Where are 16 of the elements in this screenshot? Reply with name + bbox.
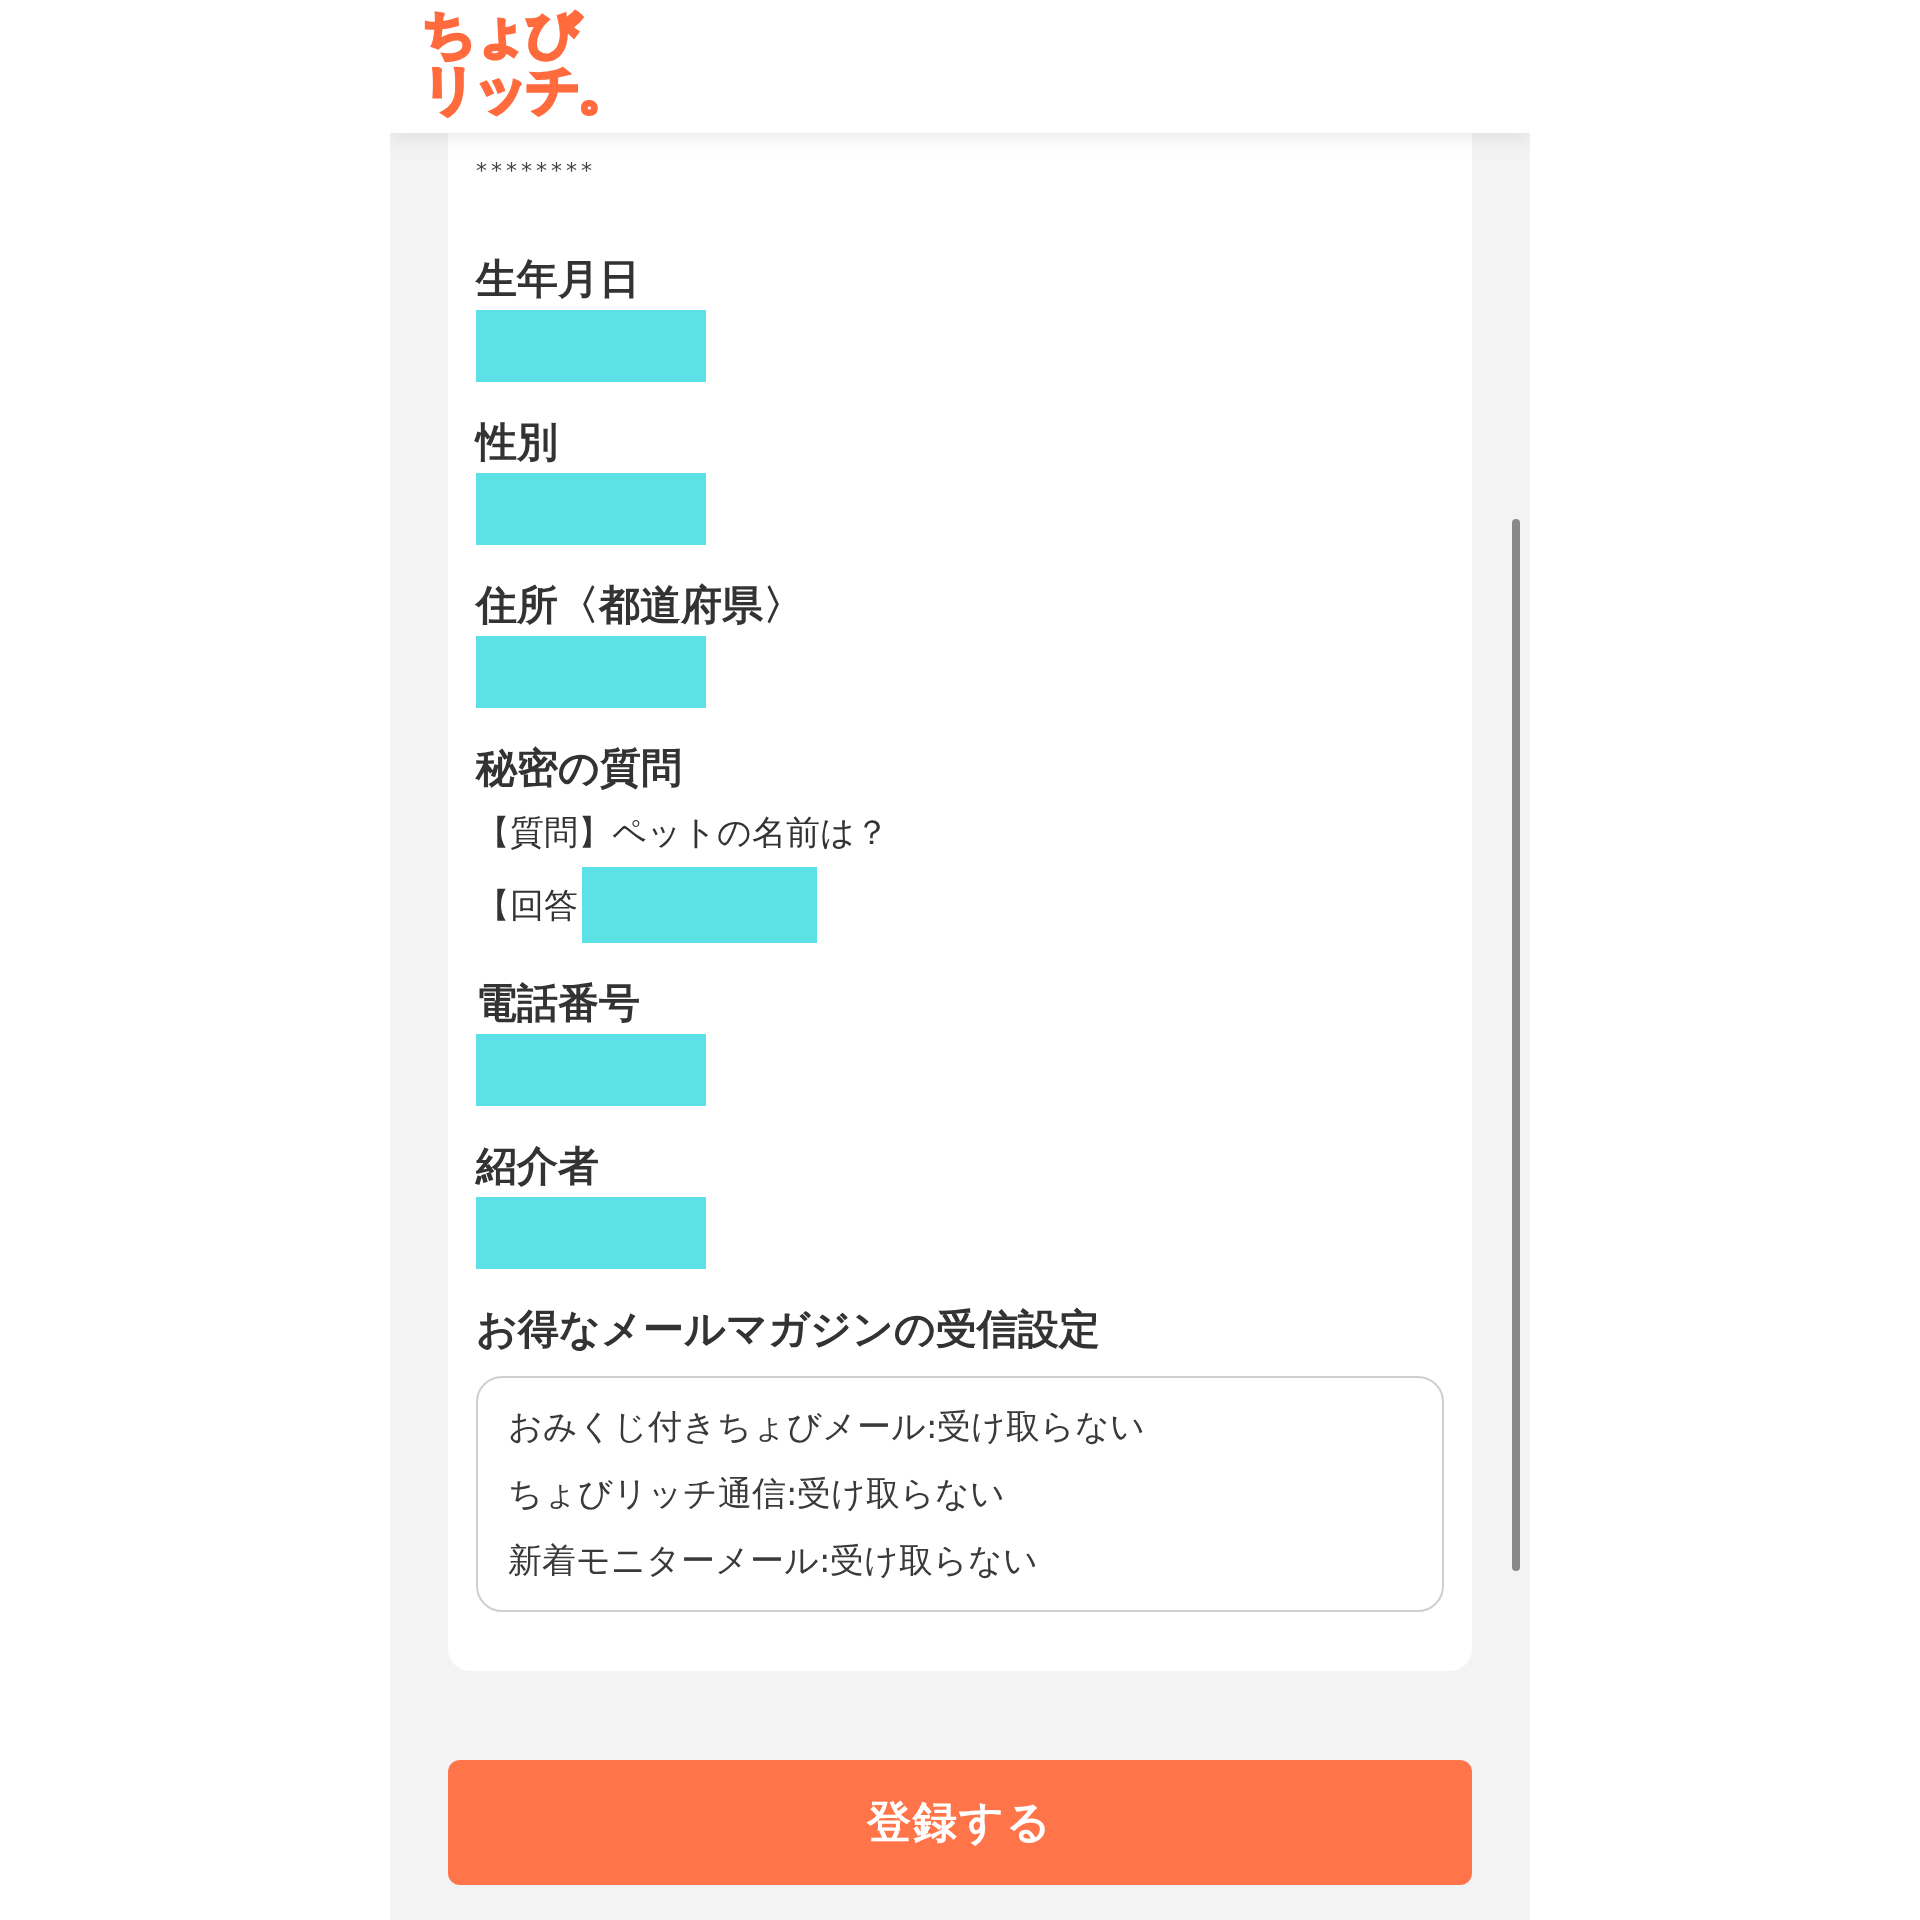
answer-label: 【回答 <box>476 884 578 927</box>
field-label: 電話番号 <box>476 978 641 1028</box>
setting-line: 新着モニターメール:受け取らない <box>508 1539 1040 1582</box>
field-label: 秘密の質問 <box>476 743 683 793</box>
field-label: 住所〈都道府県〉 <box>476 580 805 630</box>
setting-line: おみくじ付きちょびメール:受け取らない <box>508 1405 1147 1448</box>
field-label: 性別 <box>476 417 559 467</box>
logo[interactable]: ちょび リッチ。 <box>422 6 629 118</box>
register-button[interactable]: 登録する <box>448 1760 1472 1885</box>
setting-line: ちょびリッチ通信:受け取らない <box>508 1472 1007 1515</box>
field-label: お得なメールマガジンの受信設定 <box>476 1304 1101 1354</box>
question-text: 【質問】ペットの名前は？ <box>476 811 890 854</box>
field-label: 生年月日 <box>476 254 641 304</box>
password-value: ******** <box>476 157 597 185</box>
scrollbar-thumb[interactable] <box>1512 519 1520 1571</box>
field-label: 紹介者 <box>476 1141 600 1191</box>
